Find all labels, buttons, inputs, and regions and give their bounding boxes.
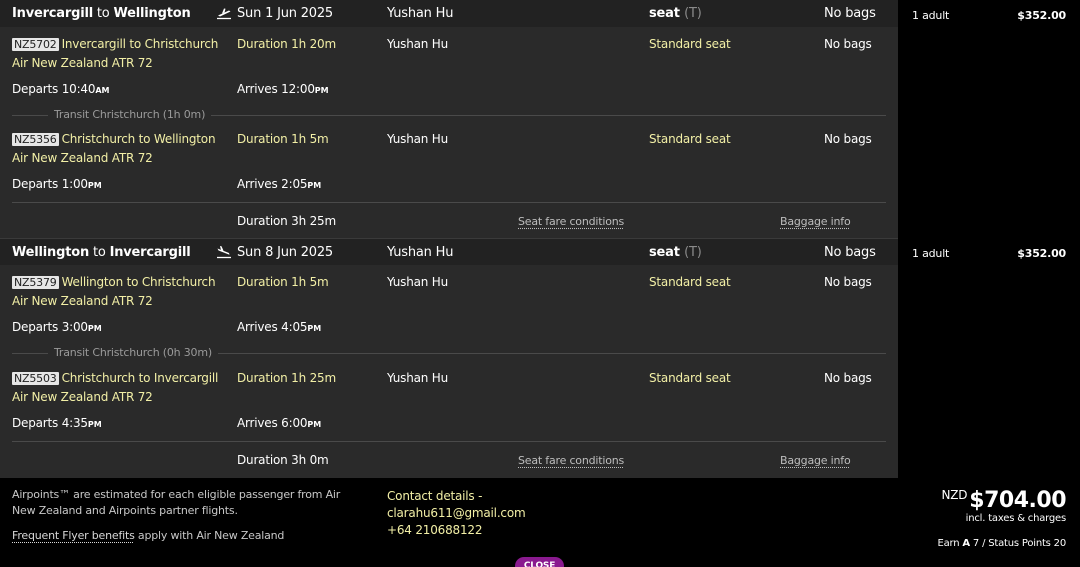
passenger-name: Yushan Hu — [387, 275, 448, 289]
passenger-name: Yushan Hu — [387, 132, 448, 146]
trip-price: $352.00 — [1017, 247, 1066, 260]
price-sidebar — [898, 0, 1080, 478]
flight-route: Christchurch to Wellington — [62, 132, 216, 146]
flight-code: NZ5503 — [12, 372, 59, 385]
flight-duration: Duration 1h 5m — [237, 132, 329, 146]
seat-class: seat (T) — [649, 6, 702, 21]
summary-divider — [12, 441, 886, 442]
frequent-flyer-link[interactable]: Frequent Flyer benefits — [12, 529, 135, 542]
flight-title: NZ5379 Wellington to Christchurch — [12, 275, 215, 289]
bags: No bags — [824, 275, 872, 289]
flight-route: Invercargill to Christchurch — [62, 37, 219, 51]
contact-email: clarahu611@gmail.com — [387, 505, 525, 522]
departs-time: Departs 3:00PM — [12, 320, 102, 334]
total-duration: Duration 3h 25m — [237, 214, 336, 228]
flight-title: NZ5356 Christchurch to Wellington — [12, 132, 215, 146]
itinerary-panel: Invercargill to Wellington Sun 1 Jun 202… — [0, 0, 898, 478]
passenger-name: Yushan Hu — [387, 371, 448, 385]
passenger-name: Yushan Hu — [387, 37, 448, 51]
trip-route: Invercargill to Wellington — [12, 6, 191, 21]
trip-price: $352.00 — [1017, 9, 1066, 22]
bags: No bags — [824, 371, 872, 385]
seat-type: Standard seat — [649, 132, 731, 146]
trip-passenger-count: 1 adult — [912, 247, 949, 260]
airpoints-icon: A — [962, 538, 970, 549]
contact-phone: +64 210688122 — [387, 522, 525, 539]
total-note: incl. taxes & charges — [966, 513, 1066, 524]
total-duration: Duration 3h 0m — [237, 453, 329, 467]
seat-type: Standard seat — [649, 371, 731, 385]
bags-summary: No bags — [824, 245, 876, 260]
trip-date: Sun 1 Jun 2025 — [237, 6, 333, 21]
passenger-name: Yushan Hu — [387, 245, 453, 260]
flight-route: Christchurch to Invercargill — [62, 371, 219, 385]
aircraft: Air New Zealand ATR 72 — [12, 294, 153, 308]
trip-header: Wellington to Invercargill Sun 8 Jun 202… — [0, 238, 898, 265]
baggage-info-link[interactable]: Baggage info — [780, 454, 850, 467]
departs-time: Departs 1:00PM — [12, 177, 102, 191]
bags: No bags — [824, 37, 872, 51]
seat-type: Standard seat — [649, 275, 731, 289]
baggage-info-link[interactable]: Baggage info — [780, 215, 850, 228]
seat-class: seat (T) — [649, 245, 702, 260]
aircraft: Air New Zealand ATR 72 — [12, 151, 153, 165]
arrives-time: Arrives 2:05PM — [237, 177, 321, 191]
transit-info: Transit Christchurch (0h 30m) — [48, 346, 218, 359]
departs-time: Departs 4:35PM — [12, 416, 102, 430]
bags: No bags — [824, 132, 872, 146]
flight-code: NZ5702 — [12, 38, 59, 51]
arrives-time: Arrives 4:05PM — [237, 320, 321, 334]
total-amount: $704.00 — [969, 488, 1066, 513]
close-button[interactable]: CLOSE — [515, 557, 564, 567]
flight-duration: Duration 1h 5m — [237, 275, 329, 289]
flight-duration: Duration 1h 25m — [237, 371, 336, 385]
trip-header: Invercargill to Wellington Sun 1 Jun 202… — [0, 0, 898, 27]
frequent-flyer-note: Frequent Flyer benefits apply with Air N… — [12, 529, 284, 542]
aircraft: Air New Zealand ATR 72 — [12, 390, 153, 404]
flight-code: NZ5379 — [12, 276, 59, 289]
earn-points: Earn A 7 / Status Points 20 — [937, 538, 1066, 549]
departs-time: Departs 10:40AM — [12, 82, 109, 96]
flight-title: NZ5503 Christchurch to Invercargill — [12, 371, 218, 385]
currency: NZD — [941, 488, 967, 502]
contact-label: Contact details - — [387, 488, 525, 505]
bags-summary: No bags — [824, 6, 876, 21]
trip-passenger-count: 1 adult — [912, 9, 949, 22]
trip-route: Wellington to Invercargill — [12, 245, 191, 260]
total-price: NZD$704.00 — [941, 488, 1066, 513]
trip-date: Sun 8 Jun 2025 — [237, 245, 333, 260]
seat-fare-conditions-link[interactable]: Seat fare conditions — [518, 454, 624, 467]
airpoints-note: Airpoints™ are estimated for each eligib… — [12, 487, 352, 519]
flight-title: NZ5702 Invercargill to Christchurch — [12, 37, 218, 51]
plane-arrival-icon — [216, 245, 232, 259]
trip-return: Wellington to Invercargill Sun 8 Jun 202… — [0, 238, 898, 478]
flight-code: NZ5356 — [12, 133, 59, 146]
arrives-time: Arrives 6:00PM — [237, 416, 321, 430]
plane-departure-icon — [216, 6, 232, 20]
flight-route: Wellington to Christchurch — [62, 275, 216, 289]
summary-divider — [12, 202, 886, 203]
flight-duration: Duration 1h 20m — [237, 37, 336, 51]
contact-details: Contact details - clarahu611@gmail.com +… — [387, 488, 525, 539]
seat-type: Standard seat — [649, 37, 731, 51]
arrives-time: Arrives 12:00PM — [237, 82, 329, 96]
trip-outbound: Invercargill to Wellington Sun 1 Jun 202… — [0, 0, 898, 238]
seat-fare-conditions-link[interactable]: Seat fare conditions — [518, 215, 624, 228]
aircraft: Air New Zealand ATR 72 — [12, 56, 153, 70]
passenger-name: Yushan Hu — [387, 6, 453, 21]
transit-info: Transit Christchurch (1h 0m) — [48, 108, 211, 121]
